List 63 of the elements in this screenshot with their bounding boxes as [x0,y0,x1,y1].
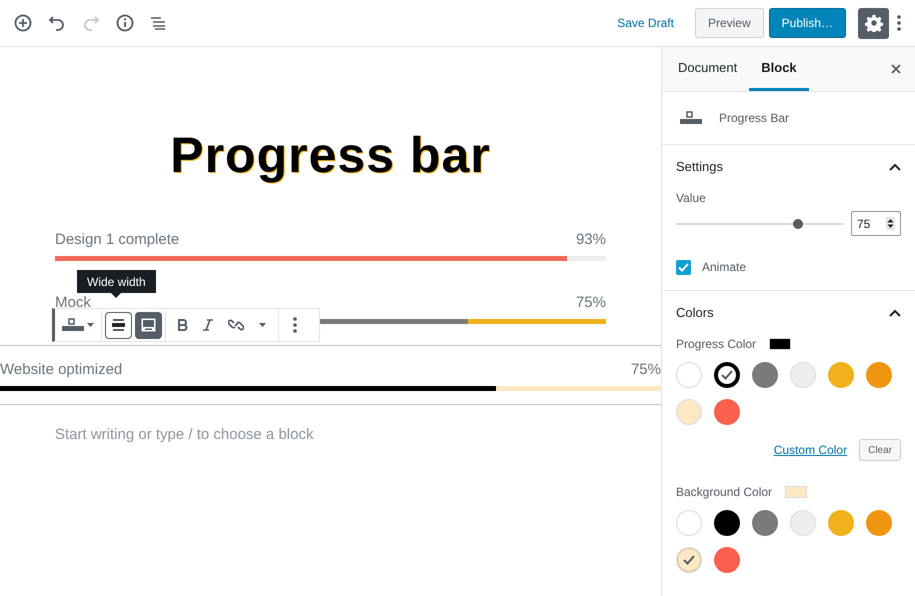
post-title[interactable]: Progress bar [0,125,661,185]
block-name: Progress Bar [719,110,790,127]
checkbox[interactable] [676,260,691,274]
progress-label: Website optimized [0,361,122,378]
settings-icon [864,14,882,32]
progress-percent: 75% [576,294,606,311]
align-center-icon [112,319,125,331]
progress-label: Design 1 complete [55,231,180,248]
clear-button[interactable]: Clear [859,439,901,461]
progress-percent: 75% [630,361,661,378]
color-swatch[interactable] [714,399,740,425]
sidebar-tab[interactable]: Block [749,47,809,91]
color-swatch[interactable] [676,547,702,573]
color-swatch[interactable] [676,399,702,425]
close-icon[interactable] [891,64,901,74]
panel-title[interactable]: Settings [676,157,889,177]
color-label: Background Color [676,484,772,501]
color-swatch[interactable] [714,362,740,388]
list-view-icon[interactable] [150,16,166,30]
color-swatch[interactable] [866,510,892,536]
color-swatch[interactable] [714,547,740,573]
tooltip: Wide width [77,270,156,293]
color-swatch[interactable] [828,510,854,536]
add-block-icon[interactable] [14,14,32,32]
panel-title[interactable]: Colors [676,303,889,323]
color-swatch[interactable] [752,510,778,536]
number-field[interactable]: 75 [851,211,901,236]
custom-color-link[interactable]: Custom Color [774,441,848,459]
field-label: Value [676,190,707,207]
sidebar-tab[interactable]: Document [666,47,750,91]
color-swatch[interactable] [752,362,778,388]
wide-width-button[interactable] [135,312,162,338]
align-center-button[interactable] [105,312,132,338]
spinner-arrows-icon[interactable] [886,217,895,230]
color-swatch[interactable] [866,362,892,388]
more-options-icon[interactable] [897,15,901,31]
progress-bar-block-icon[interactable] [62,318,84,332]
color-swatch[interactable] [790,362,816,388]
color-swatch[interactable] [828,362,854,388]
progress-label: Mock [55,294,91,311]
undo-icon[interactable] [48,15,66,31]
checkbox-label: Animate [702,259,746,276]
slider-thumb[interactable] [792,218,803,228]
italic-icon[interactable] [203,319,213,331]
color-swatch[interactable] [714,510,740,536]
info-icon[interactable] [116,14,134,32]
save-draft-link[interactable]: Save Draft [617,14,674,32]
settings-button[interactable] [858,8,889,38]
bold-icon[interactable] [178,319,188,331]
wide-width-icon [141,318,156,332]
chevron-up-icon[interactable] [889,309,901,317]
chevron-up-icon[interactable] [889,163,901,171]
color-swatch[interactable] [676,362,702,388]
more-options-icon[interactable] [293,317,297,333]
color-label: Progress Color [676,336,756,353]
color-swatch[interactable] [676,510,702,536]
preview-button[interactable]: Preview [694,8,764,38]
publish-button[interactable]: Publish… [768,8,846,38]
link-icon[interactable] [228,317,244,333]
progress-bar-block-icon [680,111,702,125]
progress-percent: 93% [576,231,606,248]
color-swatch[interactable] [790,510,816,536]
tooltip-arrow-icon [111,293,121,298]
